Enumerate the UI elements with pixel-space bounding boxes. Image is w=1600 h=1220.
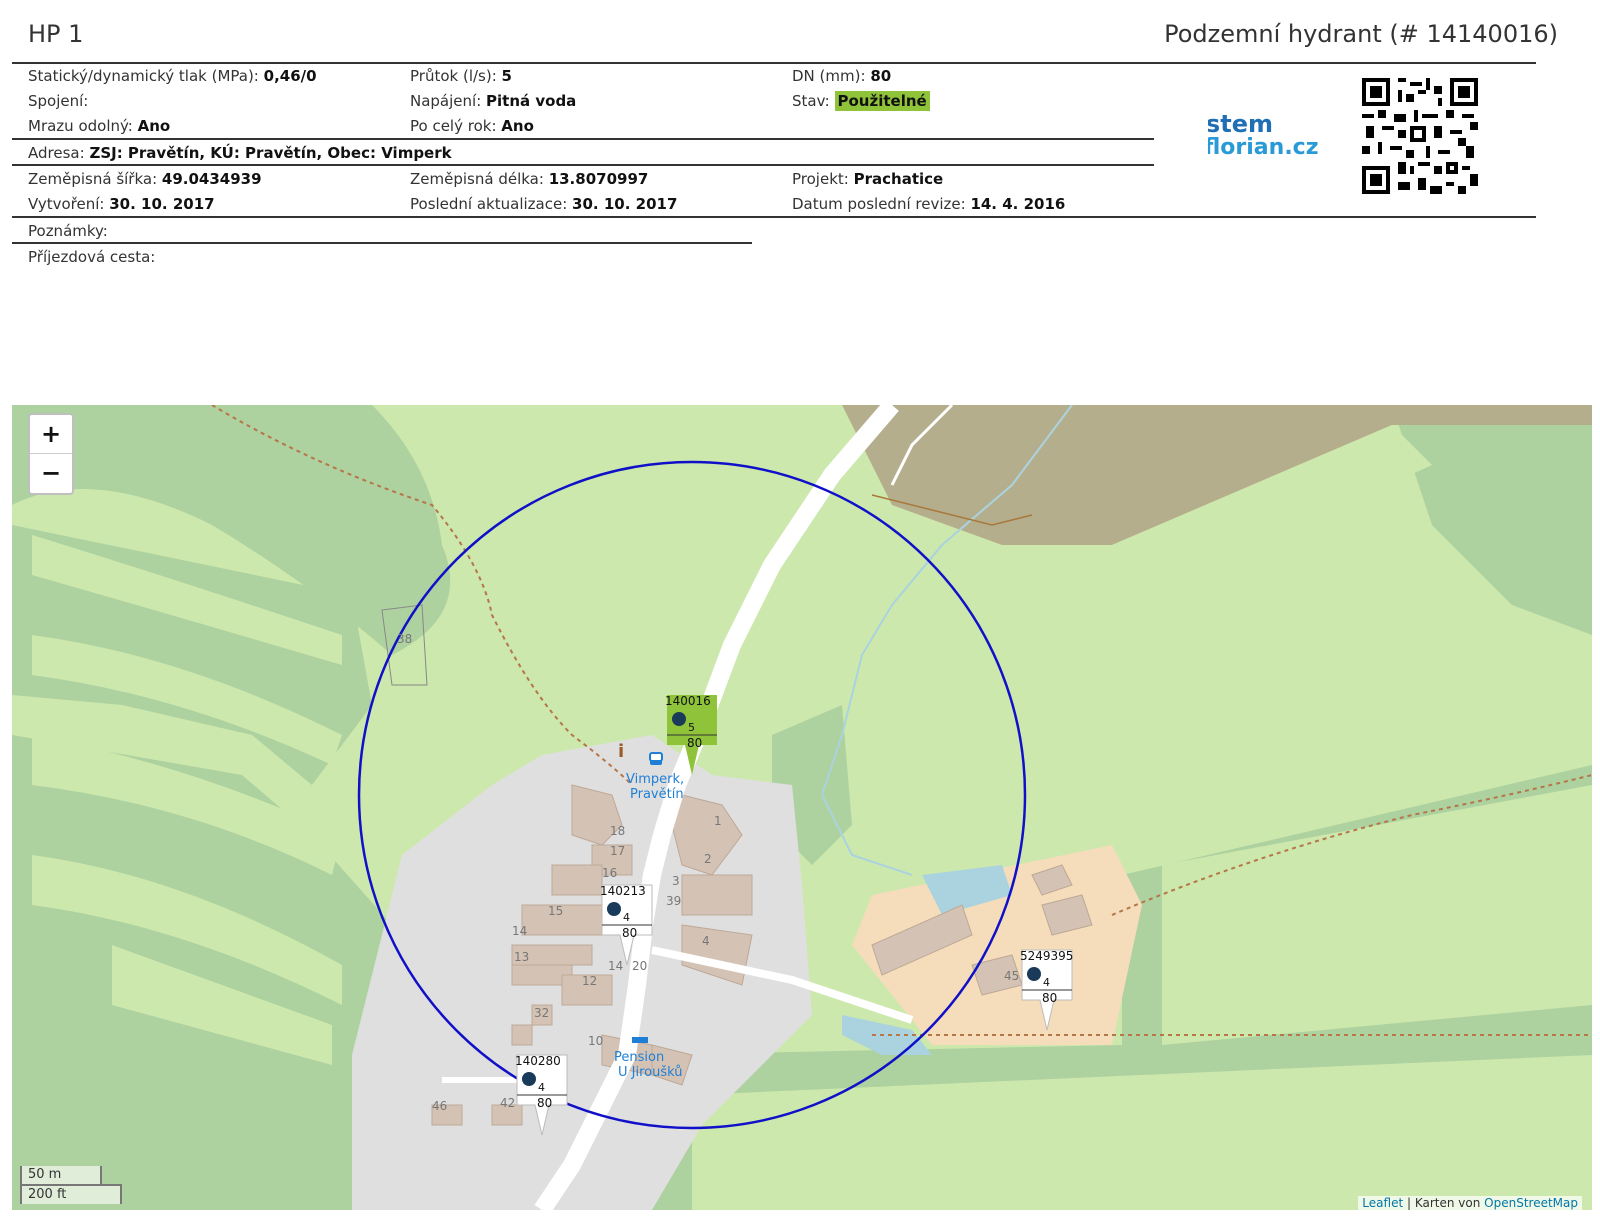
- hydrant-dn-label: 80: [622, 926, 637, 940]
- divider: [12, 216, 1536, 218]
- project: Projekt: Prachatice: [792, 170, 944, 188]
- longitude: Zeměpisná délka: 13.8070997: [410, 170, 649, 188]
- house-number: 46: [432, 1099, 447, 1113]
- hydrant-icon: [672, 712, 686, 726]
- divider: [12, 242, 752, 244]
- house-number: 17: [610, 844, 625, 858]
- pension-label: Pension: [614, 1050, 664, 1065]
- zoom-control: + −: [28, 413, 74, 495]
- house-number: 14: [512, 924, 527, 938]
- svg-text:florian.cz: florian.cz: [1208, 135, 1319, 160]
- house-number: 32: [534, 1006, 549, 1020]
- hydrant-flow-label: 5: [688, 721, 695, 734]
- house-number: 14: [608, 959, 623, 973]
- scale-bar: 50 m 200 ft: [20, 1166, 122, 1204]
- house-number: 12: [582, 974, 597, 988]
- hydrant-dn-label: 80: [537, 1096, 552, 1110]
- hydrant-icon: [1027, 967, 1041, 981]
- house-number: 15: [548, 904, 563, 918]
- house-number: 4: [702, 934, 710, 948]
- house-number: 20: [632, 959, 647, 973]
- hydrant-dn-label: 80: [687, 736, 702, 750]
- supply: Napájení: Pitná voda: [410, 92, 577, 110]
- house-number: 18: [610, 824, 625, 838]
- bus-stop-label-2: Pravětín: [630, 787, 684, 802]
- hydrant-flow-label: 4: [1043, 976, 1050, 989]
- system-florian-logo: system florian.cz: [1208, 110, 1319, 160]
- latitude: Zeměpisná šířka: 49.0434939: [28, 170, 262, 188]
- hydrant-icon: [522, 1072, 536, 1086]
- zoom-in-button[interactable]: +: [30, 415, 72, 454]
- page-title: HP 1: [28, 20, 84, 48]
- hydrant-id-label: 140016: [665, 694, 711, 708]
- state: Stav: Použitelné: [792, 91, 930, 111]
- pension-label-2: U Jiroušků: [618, 1065, 683, 1080]
- house-number: 10: [588, 1034, 603, 1048]
- detail-header: HP 1 Podzemní hydrant (# 14140016) Stati…: [0, 0, 1580, 405]
- flow: Průtok (l/s): 5: [410, 67, 512, 85]
- hydrant-flow-label: 4: [623, 911, 630, 924]
- connection: Spojení:: [28, 92, 89, 110]
- house-number: 45: [1004, 969, 1019, 983]
- access-road: Příjezdová cesta:: [28, 248, 156, 266]
- hydrant-flow-label: 4: [538, 1081, 545, 1094]
- house-number: 1: [714, 814, 722, 828]
- divider: [12, 138, 1154, 140]
- scale-metric: 50 m: [20, 1166, 102, 1186]
- hydrant-id-label: 5249395: [1020, 949, 1073, 963]
- scale-imperial: 200 ft: [20, 1184, 122, 1204]
- hydrant-type-title: Podzemní hydrant (# 14140016): [1164, 20, 1558, 48]
- house-number: 42: [500, 1096, 515, 1110]
- notes: Poznámky:: [28, 222, 108, 240]
- house-number: 38: [397, 632, 412, 646]
- divider: [12, 62, 1536, 64]
- zoom-out-button[interactable]: −: [30, 454, 72, 492]
- map-tiles: 1817161514131214 20339412321046 424538 i V…: [12, 405, 1592, 1210]
- status-badge: Použitelné: [834, 91, 930, 111]
- address: Adresa: ZSJ: Pravětín, KÚ: Pravětín, Obe…: [28, 144, 452, 162]
- bus-stop-label: Vimperk,: [626, 772, 684, 787]
- year-round: Po celý rok: Ano: [410, 117, 534, 135]
- static-pressure: Statický/dynamický tlak (MPa): 0,46/0: [28, 67, 317, 85]
- house-number: 13: [514, 950, 529, 964]
- hydrant-id-label: 140213: [600, 884, 646, 898]
- hydrant-map[interactable]: 18 17 16 15 14 13 12 14 20 3 39 4 1 2 32 10 46 42 45 38 i V…: [12, 405, 1592, 1210]
- leaflet-link[interactable]: Leaflet: [1362, 1196, 1403, 1210]
- updated-date: Poslední aktualizace: 30. 10. 2017: [410, 195, 678, 213]
- frost-resistant: Mrazu odolný: Ano: [28, 117, 171, 135]
- osm-link[interactable]: OpenStreetMap: [1484, 1196, 1578, 1210]
- house-number: 3: [672, 874, 680, 888]
- house-number: 16: [602, 866, 617, 880]
- hydrant-dn-label: 80: [1042, 991, 1057, 1005]
- hydrant-icon: [607, 902, 621, 916]
- map-attribution: Leaflet | Karten von OpenStreetMap: [1358, 1196, 1582, 1210]
- created-date: Vytvoření: 30. 10. 2017: [28, 195, 215, 213]
- house-number: 2: [704, 852, 712, 866]
- divider: [12, 164, 1154, 166]
- svg-text:i: i: [618, 741, 624, 762]
- house-number: 39: [666, 894, 681, 908]
- hydrant-id-label: 140280: [515, 1054, 561, 1068]
- svg-text:system: system: [1208, 110, 1273, 138]
- qr-code: [1362, 78, 1478, 194]
- dn: DN (mm): 80: [792, 67, 892, 85]
- revision-date: Datum poslední revize: 14. 4. 2016: [792, 195, 1066, 213]
